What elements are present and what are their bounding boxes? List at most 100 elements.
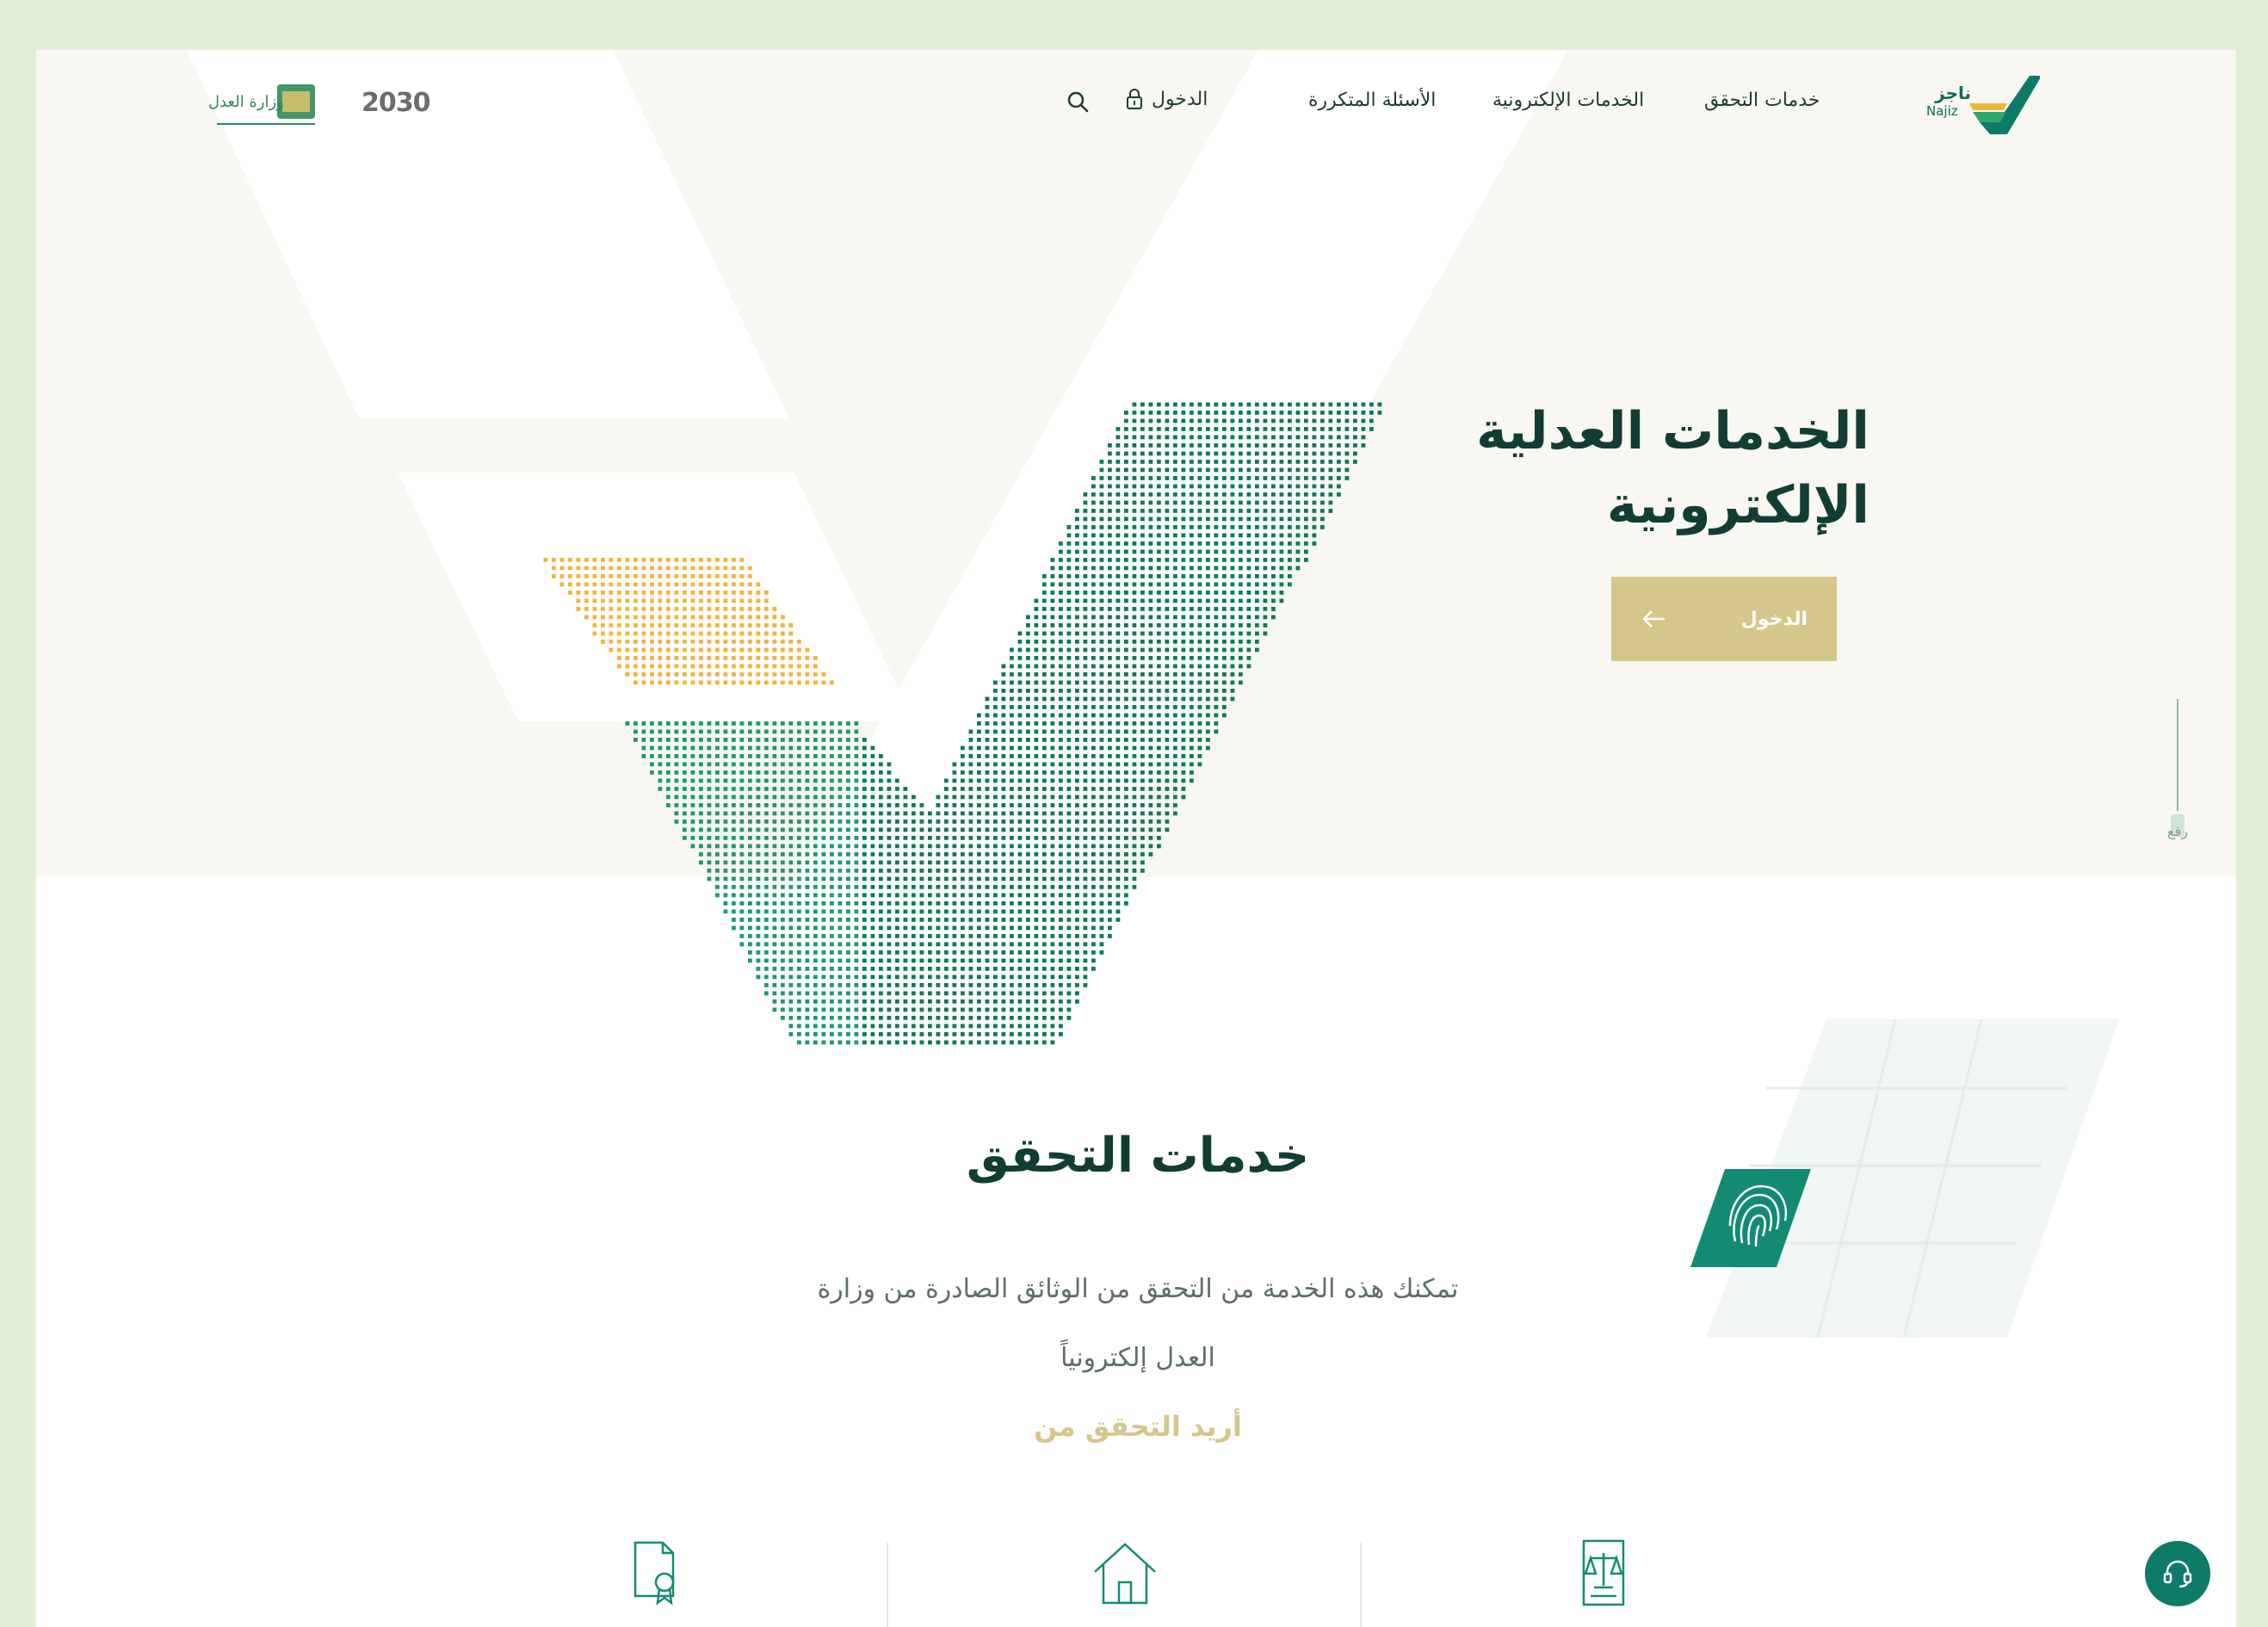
nav-verification[interactable]: خدمات التحقق [1704,90,1820,111]
check-dot [1099,925,1104,931]
nav-faq[interactable]: الأسئلة المتكررة [1308,90,1436,111]
check-dot [1295,566,1301,571]
check-dot [928,999,932,1004]
check-dot [1026,623,1030,628]
check-dot [1059,991,1063,996]
check-dot [813,901,818,906]
check-dot [1001,1040,1006,1045]
check-dot [732,745,736,751]
check-dot [952,869,957,873]
check-dot [1099,876,1104,882]
check-dot [1157,745,1161,751]
check-dot [837,967,843,971]
check-dot [797,1040,801,1045]
login-link[interactable]: الدخول [1126,88,1208,110]
check-dot [879,778,883,783]
check-dot [1312,443,1317,448]
check-dot [1010,860,1014,865]
check-dot [1165,435,1170,440]
check-dot [1099,484,1104,489]
nav-eservices[interactable]: الخدمات الإلكترونية [1492,90,1644,111]
scales-document-icon[interactable] [1565,1534,1642,1612]
check-dot [961,836,965,840]
check-dot [1042,974,1047,980]
check-dot [944,836,949,840]
check-dot [748,672,752,677]
check-dot [1042,909,1047,914]
check-dot [1124,827,1128,832]
check-dot [870,950,875,955]
check-dot [1173,476,1177,480]
check-dot [1181,427,1186,431]
check-dot [854,942,859,947]
check-dot [1140,533,1145,538]
check-dot [1239,598,1243,603]
check-dot [1026,770,1030,775]
check-dot [764,762,769,767]
check-dot [977,754,981,758]
check-dot [707,623,712,628]
check-dot [1083,623,1088,628]
check-dot [1099,664,1104,669]
check-dot [1059,770,1063,775]
verify-link[interactable]: أريد التحقق من [880,1410,1396,1443]
check-dot [764,885,769,889]
check-dot [1148,852,1153,857]
check-dot [1148,467,1153,473]
check-dot [1050,925,1055,931]
check-dot [961,991,965,996]
check-dot [666,664,671,669]
check-dot [813,1032,818,1036]
check-dot [1279,443,1284,448]
check-dot [1042,598,1047,603]
check-dot [1066,615,1072,620]
check-dot [1099,647,1104,653]
check-dot [1140,574,1145,578]
check-dot [1239,467,1243,473]
certificate-icon[interactable] [618,1534,695,1612]
check-dot [1075,517,1079,522]
check-dot [1271,558,1276,562]
check-dot [1001,844,1006,849]
check-dot [625,607,630,611]
hero-login-button[interactable]: الدخول [1611,577,1837,661]
check-dot [732,598,736,603]
check-dot [862,999,867,1004]
check-dot [788,852,794,857]
check-dot [1230,476,1235,480]
check-dot [870,762,875,767]
check-dot [1132,803,1137,807]
check-dot [887,999,892,1004]
check-dot [993,811,998,816]
house-icon[interactable] [1086,1534,1164,1612]
check-dot [699,582,703,587]
check-dot [1042,1024,1047,1029]
services-divider [887,1543,888,1627]
check-dot [1108,460,1112,464]
check-dot [1108,909,1112,914]
check-dot [1091,885,1096,889]
check-dot [1075,558,1079,562]
check-dot [1034,1016,1039,1020]
check-dot [715,754,720,758]
check-dot [609,631,614,636]
check-dot [1197,460,1202,464]
check-dot [1091,934,1096,938]
check-dot [1206,492,1210,497]
check-dot [1115,729,1121,734]
check-dot [846,876,850,882]
check-dot [674,656,679,660]
check-dot [1190,664,1194,669]
check-dot [1099,558,1104,562]
check-dot [1083,582,1088,587]
check-dot [1181,745,1186,751]
check-dot [1132,566,1137,571]
check-dot [1173,582,1177,587]
check-dot [1197,598,1202,603]
search-icon[interactable] [1066,90,1090,114]
check-dot [1034,958,1039,963]
chat-support-button[interactable] [2145,1541,2210,1606]
check-dot [707,869,712,873]
check-dot [756,738,761,742]
check-dot [1132,778,1137,783]
